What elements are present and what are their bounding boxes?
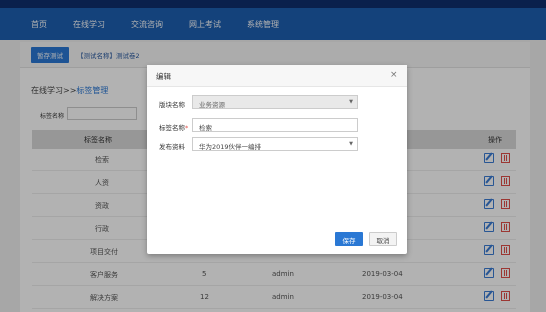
required-marker: *: [185, 124, 189, 132]
tag-name-label: 标签名称*: [159, 124, 189, 132]
dialog-header: 编辑 ×: [147, 65, 407, 87]
section-select: 业务资源 ▼: [192, 95, 358, 109]
section-label: 版块名称: [159, 101, 185, 109]
close-icon[interactable]: ×: [390, 70, 398, 80]
dialog-title: 编辑: [156, 72, 171, 81]
tag-name-value: 检索: [199, 124, 212, 132]
chevron-down-icon: ▼: [349, 141, 353, 147]
section-value: 业务资源: [199, 101, 225, 109]
edit-dialog: 编辑 × 版块名称 业务资源 ▼ 标签名称* 检索 发布资料 华为2019伙伴一…: [147, 65, 407, 254]
cancel-button[interactable]: 取消: [369, 232, 397, 246]
chevron-down-icon: ▼: [349, 99, 353, 105]
save-button[interactable]: 保存: [335, 232, 363, 246]
tag-name-input[interactable]: 检索: [192, 118, 358, 132]
publisher-label: 发布资料: [159, 143, 185, 151]
publisher-value: 华为2019伙伴一编排: [199, 143, 262, 151]
publisher-select[interactable]: 华为2019伙伴一编排 ▼: [192, 137, 358, 151]
